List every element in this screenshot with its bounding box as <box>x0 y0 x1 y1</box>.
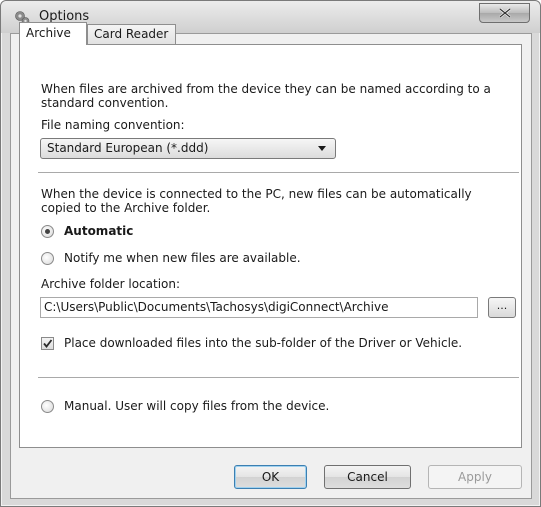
subfolder-checkbox[interactable] <box>41 337 54 350</box>
browse-button[interactable]: ... <box>488 297 516 318</box>
close-button[interactable] <box>479 3 530 23</box>
radio-manual[interactable] <box>41 400 54 413</box>
tab-card-reader[interactable]: Card Reader <box>87 24 176 44</box>
divider <box>38 172 519 173</box>
archive-folder-input[interactable]: C:\Users\Public\Documents\Tachosys\digiC… <box>40 297 478 318</box>
apply-button[interactable]: Apply <box>428 465 522 489</box>
cancel-button[interactable]: Cancel <box>324 465 411 489</box>
chevron-down-icon <box>318 146 326 151</box>
checkmark-icon <box>43 339 53 348</box>
divider <box>38 377 519 378</box>
copy-description-line1: When the device is connected to the PC, … <box>41 187 472 201</box>
subfolder-checkbox-label[interactable]: Place downloaded files into the sub-fold… <box>64 336 462 350</box>
naming-description-line2: standard convention. <box>41 96 169 110</box>
archive-folder-label: Archive folder location: <box>41 277 181 291</box>
naming-convention-label: File naming convention: <box>41 118 185 132</box>
naming-description-line1: When files are archived from the device … <box>41 82 491 96</box>
radio-manual-label[interactable]: Manual. User will copy files from the de… <box>64 399 329 413</box>
naming-convention-value: Standard European (*.ddd) <box>47 141 209 155</box>
radio-notify[interactable] <box>41 252 54 265</box>
radio-automatic[interactable] <box>41 225 54 238</box>
close-icon <box>498 8 511 18</box>
radio-notify-label[interactable]: Notify me when new files are available. <box>64 251 301 265</box>
radio-automatic-label[interactable]: Automatic <box>64 224 133 238</box>
copy-description-line2: copied to the Archive folder. <box>41 201 211 215</box>
tab-archive[interactable]: Archive <box>19 22 87 45</box>
ok-button[interactable]: OK <box>234 465 307 489</box>
naming-convention-select[interactable]: Standard European (*.ddd) <box>40 138 336 159</box>
options-dialog: Options Archive Card Reader When files a… <box>0 0 541 507</box>
